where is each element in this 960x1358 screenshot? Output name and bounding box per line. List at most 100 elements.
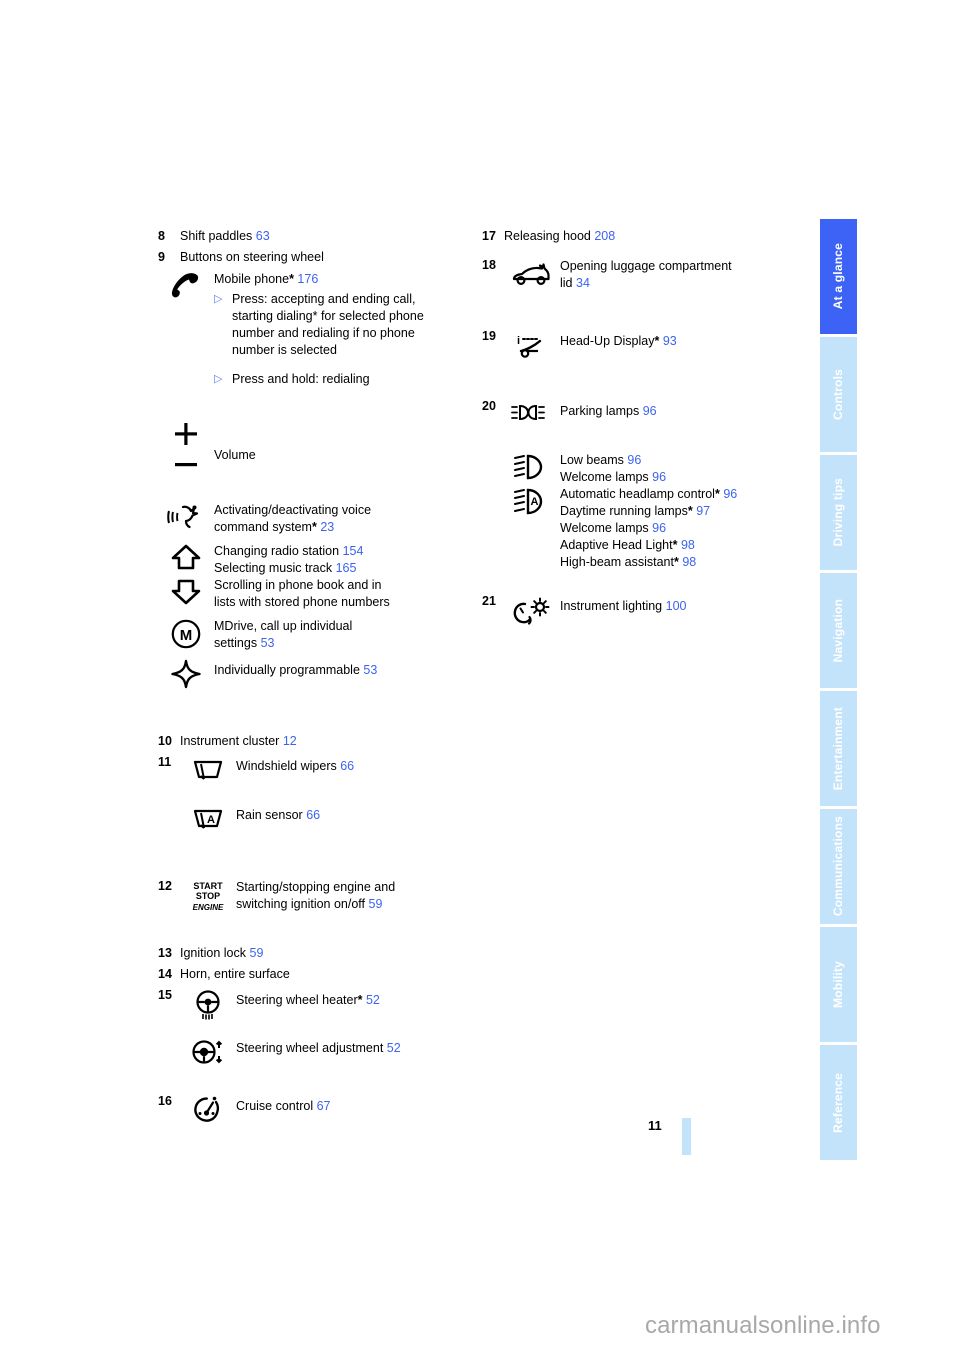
instrument-lighting-text: Instrument lighting 100: [560, 593, 792, 615]
page-ref[interactable]: 52: [366, 993, 380, 1007]
tab-entertainment[interactable]: Entertainment: [820, 691, 857, 806]
parking-lamps-label: Parking lamps 96: [560, 404, 657, 418]
subitem-trunk-lid: Opening luggage compartment lid 34: [504, 257, 792, 296]
bullet-item: ▷ Press and hold: redialing: [214, 371, 468, 388]
tab-controls[interactable]: Controls: [820, 337, 857, 452]
page-ref[interactable]: 93: [663, 334, 677, 348]
page-ref[interactable]: 52: [387, 1041, 401, 1055]
item-number: 13: [158, 946, 172, 960]
chapter-tabs-sidebar: At a glance Controls Driving tips Naviga…: [820, 219, 857, 1163]
subitem-rain-sensor: A Rain sensor 66: [180, 803, 468, 838]
item-number: 11: [158, 755, 172, 769]
tab-label: Controls: [831, 369, 845, 420]
voice-line-1: Activating/deactivating voice: [214, 503, 372, 517]
page-ref[interactable]: 66: [340, 759, 354, 773]
page-ref[interactable]: 96: [627, 453, 641, 467]
tab-at-a-glance[interactable]: At a glance: [820, 219, 857, 334]
subitem-mdrive: M MDrive, call up individual settings 53: [158, 617, 468, 652]
tab-reference[interactable]: Reference: [820, 1045, 857, 1160]
page-ref[interactable]: 53: [363, 663, 377, 677]
page-ref[interactable]: 23: [320, 520, 334, 534]
page-ref[interactable]: 100: [666, 599, 687, 613]
page-ref[interactable]: 67: [317, 1099, 331, 1113]
windshield-wiper-icon: [180, 754, 236, 789]
page-ref[interactable]: 59: [369, 897, 383, 911]
item-number: 16: [158, 1094, 172, 1108]
hud-text: Head-Up Display* 93: [560, 328, 792, 350]
tab-label: Mobility: [831, 961, 845, 1008]
instrument-lighting-icon: [504, 593, 560, 630]
option-star: *: [289, 272, 294, 286]
list-item-12: 12 START STOP ENGINE Starting/stopping e…: [158, 878, 468, 913]
headlamp-line: Welcome lamps 96: [560, 521, 667, 535]
list-item-16: 16 Cruise control 67: [158, 1093, 468, 1128]
subitem-parking-lamps: Parking lamps 96: [504, 398, 792, 437]
mdrive-text: MDrive, call up individual settings 53: [214, 617, 468, 652]
page-ref[interactable]: 63: [256, 229, 270, 243]
item-label: Releasing hood 208: [504, 229, 616, 243]
svg-text:A: A: [207, 814, 215, 826]
windshield-wipers-text: Windshield wipers 66: [236, 754, 468, 775]
parking-lamps-icon: [504, 398, 560, 437]
page-ref[interactable]: 154: [343, 544, 364, 558]
cruise-control-text: Cruise control 67: [236, 1093, 468, 1115]
subitem-start-stop: START STOP ENGINE Starting/stopping engi…: [180, 878, 468, 913]
page-ref[interactable]: 96: [643, 404, 657, 418]
page-ref[interactable]: 96: [652, 521, 666, 535]
tab-driving-tips[interactable]: Driving tips: [820, 455, 857, 570]
arrows-line: lists with stored phone numbers: [214, 595, 390, 609]
page-ref[interactable]: 66: [306, 808, 320, 822]
page-ref[interactable]: 53: [261, 636, 275, 650]
option-star: *: [654, 334, 660, 348]
cruise-control-icon: [180, 1093, 236, 1128]
page-ref[interactable]: 96: [723, 487, 737, 501]
item-number: 15: [158, 988, 172, 1002]
rain-sensor-icon: A: [180, 803, 236, 838]
page-ref[interactable]: 98: [681, 538, 695, 552]
steering-wheel-adjustment-icon: [180, 1036, 236, 1071]
item-number: 17: [482, 229, 496, 243]
parking-lamps-text: Parking lamps 96: [560, 398, 792, 420]
subitem-windshield-wipers: Windshield wipers 66: [180, 754, 468, 789]
manual-page: 8 Shift paddles 63 9 Buttons on steering…: [0, 0, 960, 1358]
tab-navigation[interactable]: Navigation: [820, 573, 857, 688]
arrow-down-icon: [171, 579, 201, 605]
item-number: 9: [158, 250, 165, 264]
page-ref[interactable]: 98: [682, 555, 696, 569]
left-column: 8 Shift paddles 63 9 Buttons on steering…: [158, 228, 468, 1134]
list-item-13: 13 Ignition lock 59: [158, 945, 468, 962]
svg-text:ENGINE: ENGINE: [193, 903, 224, 912]
item-number: 14: [158, 967, 172, 981]
steering-heater-label: Steering wheel heater* 52: [236, 993, 380, 1007]
subitem-cruise-control: Cruise control 67: [180, 1093, 468, 1128]
page-ref[interactable]: 96: [652, 470, 666, 484]
mdrive-m-circle-icon: M: [158, 617, 214, 652]
page-ref[interactable]: 59: [250, 946, 264, 960]
tab-communications[interactable]: Communications: [820, 809, 857, 924]
list-item-8: 8 Shift paddles 63: [158, 228, 468, 245]
watermark: carmanualsonline.info: [645, 1312, 881, 1339]
list-item-9: 9 Buttons on steering wheel: [158, 249, 468, 266]
page-ref[interactable]: 12: [283, 734, 297, 748]
page-ref[interactable]: 208: [594, 229, 615, 243]
option-star: *: [311, 520, 317, 534]
subitem-steering-wheel-heater: Steering wheel heater* 52: [180, 987, 468, 1022]
headlamp-text: Low beams 96 Welcome lamps 96 Automatic …: [560, 451, 792, 571]
page-ref[interactable]: 176: [297, 272, 318, 286]
tab-mobility[interactable]: Mobility: [820, 927, 857, 1042]
mdrive-line-2: settings 53: [214, 636, 275, 650]
volume-label: Volume: [214, 448, 256, 462]
page-ref[interactable]: 165: [336, 561, 357, 575]
subitem-voice-command: Activating/deactivating voice command sy…: [158, 501, 468, 536]
page-ref[interactable]: 34: [576, 276, 590, 290]
item-number: 12: [158, 879, 172, 893]
voice-command-text: Activating/deactivating voice command sy…: [214, 501, 468, 536]
page-ref[interactable]: 97: [696, 504, 710, 518]
item-label: Horn, entire surface: [180, 967, 290, 981]
item-label: Ignition lock 59: [180, 946, 264, 960]
programmable-label: Individually programmable 53: [214, 663, 378, 677]
headlamp-line: High-beam assistant* 98: [560, 555, 697, 569]
